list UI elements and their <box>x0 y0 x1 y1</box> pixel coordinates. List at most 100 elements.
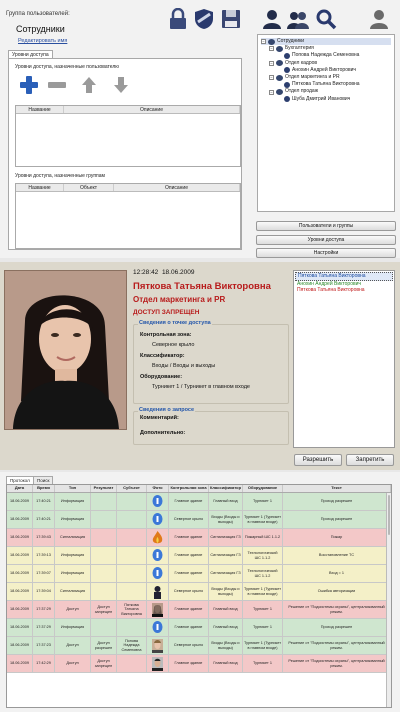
log-cell: Сигнализация ГЗ <box>209 565 243 582</box>
org-tree[interactable]: − Сотрудники − Бухгалтерия Попова Надежда Се… <box>257 34 395 212</box>
tree-toggle-icon[interactable]: − <box>261 39 266 45</box>
tree-item-label: Сотрудники <box>277 38 305 44</box>
log-cell: Главное здание <box>169 529 209 546</box>
log-cell: Главное здание <box>169 565 209 582</box>
info-icon <box>147 511 169 528</box>
group-levels-table[interactable]: Название Объект Описание <box>15 183 241 249</box>
log-column-header[interactable]: Классификатор <box>209 485 243 492</box>
search-icon[interactable] <box>315 8 337 30</box>
tree-person-item[interactable]: Анохин Андрей Викторович <box>261 67 391 74</box>
info-icon <box>147 565 169 582</box>
add-icon[interactable] <box>19 75 39 95</box>
tree-toggle-icon[interactable]: − <box>269 60 274 66</box>
log-cell: 17:37:29 <box>33 601 55 618</box>
tree-person-item[interactable]: Попова Надежда Семеновна <box>261 52 391 59</box>
log-column-header[interactable]: Время <box>33 485 55 492</box>
log-cell: 18.06.2009 <box>7 619 33 636</box>
tree-item-label: Анохин Андрей Викторович <box>292 66 357 73</box>
tree-group-item[interactable]: − Отдел маркетинга и PR <box>261 74 391 81</box>
log-cell: Северное крыло <box>169 637 209 654</box>
user-gray-icon[interactable] <box>368 8 390 30</box>
log-column-header[interactable]: Текст <box>283 485 391 492</box>
arrow-up-icon[interactable] <box>81 76 97 94</box>
log-column-header[interactable]: Оборудование <box>243 485 283 492</box>
col-name[interactable]: Название <box>16 106 64 113</box>
scrollbar-thumb[interactable] <box>388 495 390 535</box>
tree-group-item[interactable]: − Отдел продаж <box>261 88 391 96</box>
users-groups-button[interactable]: Пользователи и группы <box>256 221 396 231</box>
tree-toggle-icon[interactable]: − <box>269 46 274 52</box>
edit-name-link[interactable]: Редактировать имя <box>18 38 67 44</box>
user-levels-table[interactable]: Название Описание <box>15 105 241 167</box>
log-column-header[interactable]: Контрольная зона <box>169 485 209 492</box>
log-row[interactable]: 18.06.2009 17:37:23 Доступ Доступ разрешен П… <box>7 637 391 655</box>
tree-group-item[interactable]: − Сотрудники <box>261 38 391 46</box>
log-cell: 17:39:04 <box>33 583 55 600</box>
tree-group-item[interactable]: − Отдел кадров <box>261 60 391 67</box>
log-row[interactable]: 18.06.2009 17:37:29 Доступ Доступ запрещен П… <box>7 601 391 619</box>
log-cell: Главное здание <box>169 547 209 564</box>
queue-item[interactable]: Пяткова Татьяна Викторовна <box>295 272 393 281</box>
tree-toggle-icon[interactable]: − <box>269 75 274 81</box>
tab-search[interactable]: Поиск <box>33 476 54 484</box>
log-cell: Главное здание <box>169 619 209 636</box>
tree-person-item[interactable]: Пяткова Татьяна Викторовна <box>261 81 391 88</box>
guard-icon <box>147 583 169 600</box>
log-cell: 18.06.2009 <box>7 565 33 582</box>
log-cell: Главный вход <box>209 601 243 618</box>
shield-icon[interactable] <box>193 8 215 30</box>
log-column-header[interactable]: Дата <box>7 485 33 492</box>
person-name: Пяткова Татьяна Викторовна <box>133 281 271 292</box>
remove-icon[interactable] <box>47 81 67 89</box>
log-row[interactable]: 18.06.2009 17:39:07 Информация Главное здан… <box>7 565 391 583</box>
log-scrollbar[interactable] <box>386 493 391 707</box>
info-icon <box>147 493 169 510</box>
log-cell: Проход разрешен <box>283 619 391 636</box>
save-icon[interactable] <box>220 8 242 30</box>
log-row[interactable]: 18.06.2009 17:39:43 Сигнализация Главное зд… <box>7 529 391 547</box>
tree-group-item[interactable]: − Бухгалтерия <box>261 45 391 52</box>
log-column-header[interactable]: Субъект <box>117 485 147 492</box>
log-cell: Пожар <box>283 529 391 546</box>
log-column-header[interactable]: Фото <box>147 485 169 492</box>
arrow-down-icon[interactable] <box>113 76 129 94</box>
log-cell: Доступ <box>55 637 91 654</box>
log-column-header[interactable]: Тип <box>55 485 91 492</box>
comment-label: Комментарий: <box>140 415 179 421</box>
access-levels-tab-panel: Уровни доступа, назначенные пользователю… <box>8 58 242 250</box>
user-group-icon[interactable] <box>287 8 309 30</box>
queue-item[interactable]: Пяткова Татьяна Викторовна <box>295 287 393 294</box>
tree-toggle-icon[interactable]: − <box>269 89 274 95</box>
tree-item-label: Шуба Дмитрий Иванович <box>292 95 351 102</box>
log-cell: Доступ запрещен <box>91 655 117 672</box>
tree-item-label: Попова Надежда Семеновна <box>292 52 360 59</box>
event-log-table[interactable]: Дата Время Тип Результат Субъект Фото Контроль… <box>6 484 392 708</box>
control-zone-value: Северное крыло <box>152 342 195 348</box>
log-row[interactable]: 18.06.2009 17:39:04 Сигнализация Северное к… <box>7 583 391 601</box>
col-object[interactable]: Объект <box>64 184 114 191</box>
col-name[interactable]: Название <box>16 184 64 191</box>
log-row[interactable]: 18.06.2009 17:42:29 Доступ Доступ запрещен Г… <box>7 655 391 673</box>
log-row[interactable]: 18.06.2009 17:37:29 Информация Главное здан… <box>7 619 391 637</box>
deny-button[interactable]: Запретить <box>346 454 394 466</box>
lock-icon[interactable] <box>167 8 189 30</box>
allow-button[interactable]: Разрешить <box>294 454 342 466</box>
log-column-header[interactable]: Результат <box>91 485 117 492</box>
tree-person-item[interactable]: Шуба Дмитрий Иванович <box>261 96 391 103</box>
request-header: Сведения о запросе <box>138 407 196 413</box>
log-cell: Турникет 1 (Турникет в главном входе) <box>243 583 283 600</box>
user-icon[interactable] <box>261 8 283 30</box>
col-description[interactable]: Описание <box>64 106 240 113</box>
log-cell: Технологический ШС 1.1.2 <box>243 547 283 564</box>
access-levels-button[interactable]: Уровни доступа <box>256 235 396 245</box>
col-description[interactable]: Описание <box>114 184 240 191</box>
log-row[interactable]: 18.06.2009 17:40:21 Информация Главное здан… <box>7 493 391 511</box>
tab-protocol[interactable]: Протокол <box>6 476 34 484</box>
access-status: доступ запрещен <box>133 309 200 316</box>
log-cell: 18.06.2009 <box>7 601 33 618</box>
log-cell: Технологический ШС 1.1.2 <box>243 565 283 582</box>
request-queue-list[interactable]: Пяткова Татьяна Викторовна Анохин Андрей … <box>293 270 395 448</box>
log-row[interactable]: 18.06.2009 17:40:21 Информация Северное кры… <box>7 511 391 529</box>
log-row[interactable]: 18.06.2009 17:39:13 Информация Главное здан… <box>7 547 391 565</box>
settings-button[interactable]: Настройки <box>256 248 396 258</box>
